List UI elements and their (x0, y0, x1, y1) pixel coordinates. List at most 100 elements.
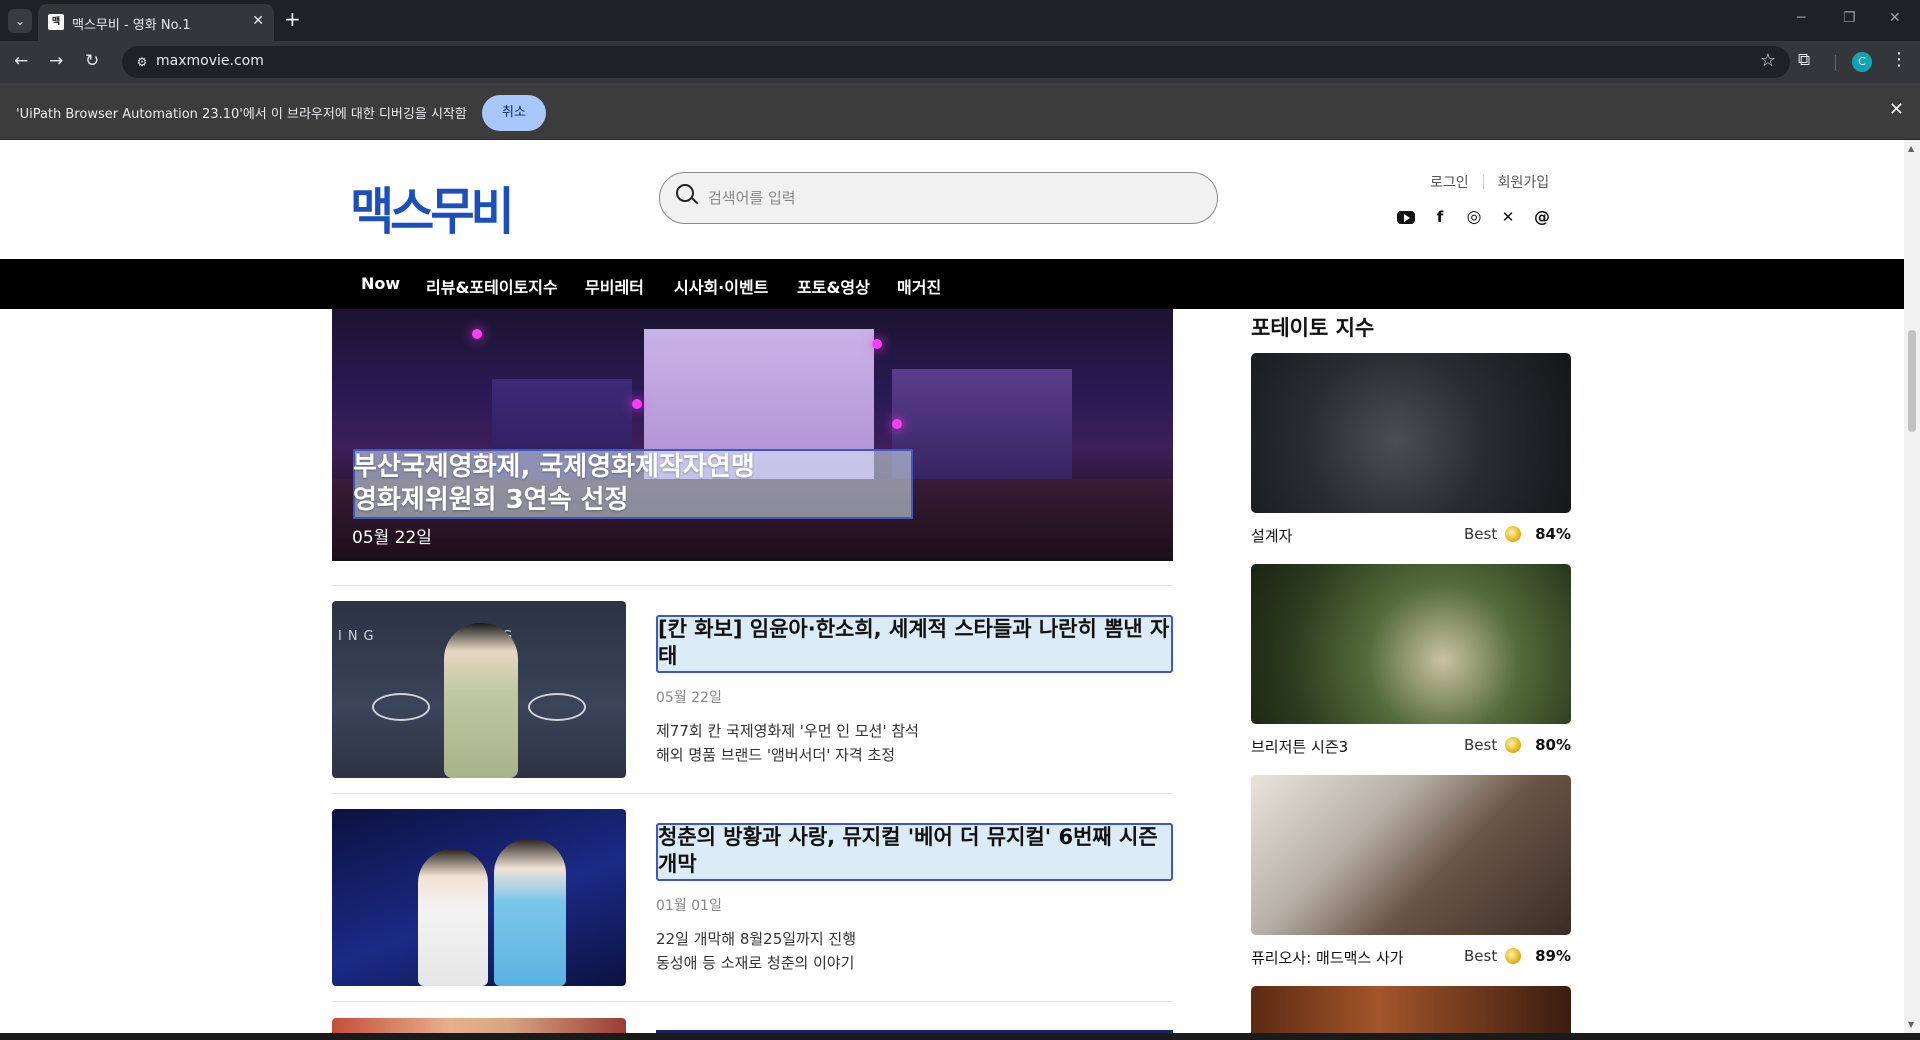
thumbnail-person (444, 623, 518, 778)
search-input[interactable] (708, 185, 1188, 211)
movie-score-row[interactable]: 퓨리오사: 매드맥스 사가 Best 89% (1251, 945, 1571, 967)
article-summary: 22일 개막해 8월25일까지 진행 동성애 등 소재로 청춘의 이야기 (656, 927, 856, 975)
thumbnail-person (494, 839, 566, 986)
x-icon[interactable]: ✕ (1497, 206, 1519, 228)
article-summary-line: 제77회 칸 국제영화제 '우먼 인 모션' 참석 (656, 722, 919, 740)
article-item[interactable]: ING KING [칸 화보] 임윤아·한소희, 세계적 스타들과 나란히 뽐낸… (332, 601, 1173, 779)
url-text: maxmovie.com (156, 53, 264, 69)
minimize-icon[interactable]: ─ (1797, 10, 1805, 26)
movie-poster[interactable] (1251, 353, 1571, 513)
hero-light (632, 399, 642, 409)
hero-title-line2: 영화제위원회 3연속 선정 (353, 485, 629, 515)
tab-title: 맥스무비 - 영화 No.1 (72, 18, 191, 33)
movie-poster[interactable] (1251, 775, 1571, 935)
threads-icon[interactable]: @ (1531, 206, 1553, 228)
page-scrollbar[interactable]: ▲ ▼ (1904, 140, 1920, 1033)
forward-icon[interactable]: → (49, 51, 63, 71)
main-nav: Now 리뷰&포테이토지수 무비레터 시사회·이벤트 포토&영상 매거진 (0, 259, 1904, 309)
scrollbar-thumb[interactable] (1908, 330, 1916, 432)
infobar-cancel-button[interactable]: 취소 (482, 95, 546, 131)
potato-score: 84% (1535, 525, 1571, 543)
nav-item-events[interactable]: 시사회·이벤트 (674, 274, 768, 298)
tab-search-menu-icon[interactable]: ⌄ (8, 9, 32, 33)
toolbar-divider (1835, 55, 1836, 71)
site-info-icon[interactable]: ⚙ (132, 52, 152, 72)
movie-poster[interactable] (1251, 986, 1571, 1033)
hero-article[interactable]: 부산국제영화제, 국제영화제작자연맹 영화제위원회 3연속 선정 05월 22일 (332, 309, 1173, 561)
potato-medal-icon (1505, 948, 1521, 964)
extensions-icon[interactable]: ⧉ (1798, 50, 1810, 70)
page-viewport: 맥스무비 로그인 회원가입 f ◎ ✕ @ Now 리뷰&포테이토지수 무비레터 … (0, 140, 1904, 1033)
potato-medal-icon (1505, 526, 1521, 542)
tab-close-icon[interactable]: ✕ (252, 13, 264, 29)
facebook-icon[interactable]: f (1429, 206, 1451, 228)
browser-tab-bar: ⌄ 맥 맥스무비 - 영화 No.1 ✕ + ─ ❐ ✕ (0, 0, 1920, 41)
nav-item-photo-video[interactable]: 포토&영상 (797, 274, 870, 298)
window-bottom-edge (0, 1033, 1920, 1040)
profile-avatar[interactable]: C (1852, 52, 1872, 72)
hero-light (872, 339, 882, 349)
search-icon[interactable] (676, 184, 694, 202)
festival-logo (372, 693, 430, 721)
article-date: 05월 22일 (656, 690, 722, 706)
scroll-down-icon[interactable]: ▼ (1908, 1020, 1914, 1029)
thumbnail-backdrop-text: ING (338, 629, 380, 644)
bookmark-star-icon[interactable]: ☆ (1760, 50, 1776, 71)
score-label: Best (1464, 736, 1498, 754)
score-label: Best (1464, 947, 1498, 965)
festival-logo (528, 693, 586, 721)
auth-links: 로그인 회원가입 (1430, 172, 1549, 192)
hero-title-line1: 부산국제영화제, 국제영화제작자연맹 (353, 452, 755, 482)
hero-light (892, 419, 902, 429)
movie-score-row[interactable]: 설계자 Best 84% (1251, 523, 1571, 545)
article-title[interactable]: 청춘의 방황과 사랑, 뮤지컬 '베어 더 뮤지컬' 6번째 시즌 개막 (658, 824, 1170, 878)
nav-item-magazine[interactable]: 매거진 (897, 274, 941, 298)
article-thumbnail[interactable] (332, 809, 626, 986)
new-tab-icon[interactable]: + (284, 7, 301, 31)
login-link[interactable]: 로그인 (1430, 175, 1469, 191)
article-item[interactable]: 청춘의 방황과 사랑, 뮤지컬 '베어 더 뮤지컬' 6번째 시즌 개막 01월… (332, 809, 1173, 987)
score-label: Best (1464, 525, 1498, 543)
article-summary-line: 동성애 등 소재로 청춘의 이야기 (656, 954, 855, 972)
article-title[interactable]: [칸 화보] 임윤아·한소희, 세계적 스타들과 나란히 뽐낸 자태 (658, 616, 1170, 670)
thumbnail-person (418, 849, 488, 986)
scroll-up-icon[interactable]: ▲ (1908, 144, 1914, 153)
infobar-close-icon[interactable]: ✕ (1889, 99, 1904, 120)
movie-name[interactable]: 설계자 (1251, 525, 1292, 546)
article-thumbnail-partial[interactable] (332, 1018, 626, 1033)
reload-icon[interactable]: ↻ (85, 51, 99, 71)
browser-toolbar: ← → ↻ ⚙ maxmovie.com ☆ ⧉ C ⋮ (0, 41, 1920, 83)
hero-image-stage-right (892, 369, 1072, 479)
restore-icon[interactable]: ❐ (1843, 10, 1856, 26)
favicon-icon: 맥 (48, 14, 64, 30)
nav-item-movieletter[interactable]: 무비레터 (585, 274, 644, 298)
sidebar-title: 포테이토 지수 (1251, 316, 1375, 340)
hero-title[interactable]: 부산국제영화제, 국제영화제작자연맹 영화제위원회 3연속 선정 (353, 451, 755, 517)
nav-item-now[interactable]: Now (361, 274, 400, 293)
back-icon[interactable]: ← (14, 51, 28, 71)
nav-item-review[interactable]: 리뷰&포테이토지수 (426, 274, 558, 298)
browser-tab[interactable]: 맥 맥스무비 - 영화 No.1 ✕ (38, 4, 274, 41)
potato-score: 80% (1535, 736, 1571, 754)
address-bar[interactable]: ⚙ maxmovie.com ☆ (122, 46, 1790, 78)
movie-score-row[interactable]: 브리저튼 시즌3 Best 80% (1251, 734, 1571, 756)
auth-divider (1482, 175, 1484, 189)
signup-link[interactable]: 회원가입 (1498, 175, 1550, 191)
article-summary: 제77회 칸 국제영화제 '우먼 인 모션' 참석 해외 명품 브랜드 '앰버서… (656, 719, 919, 767)
list-divider (332, 793, 1173, 794)
hero-date: 05월 22일 (352, 528, 432, 548)
movie-poster[interactable] (1251, 564, 1571, 724)
site-logo[interactable]: 맥스무비 (350, 170, 515, 244)
search-box[interactable] (659, 172, 1218, 224)
article-thumbnail[interactable]: ING KING (332, 601, 626, 778)
movie-name[interactable]: 브리저튼 시즌3 (1251, 736, 1348, 757)
browser-menu-icon[interactable]: ⋮ (1890, 49, 1908, 70)
youtube-icon[interactable] (1395, 206, 1417, 228)
movie-name[interactable]: 퓨리오사: 매드맥스 사가 (1251, 947, 1404, 968)
potato-medal-icon (1505, 737, 1521, 753)
instagram-icon[interactable]: ◎ (1463, 206, 1485, 228)
infobar-message: 'UiPath Browser Automation 23.10'에서 이 브라… (16, 107, 467, 122)
article-summary-line: 22일 개막해 8월25일까지 진행 (656, 930, 857, 948)
debugging-infobar: 'UiPath Browser Automation 23.10'에서 이 브라… (0, 83, 1920, 140)
window-close-icon[interactable]: ✕ (1889, 10, 1901, 26)
